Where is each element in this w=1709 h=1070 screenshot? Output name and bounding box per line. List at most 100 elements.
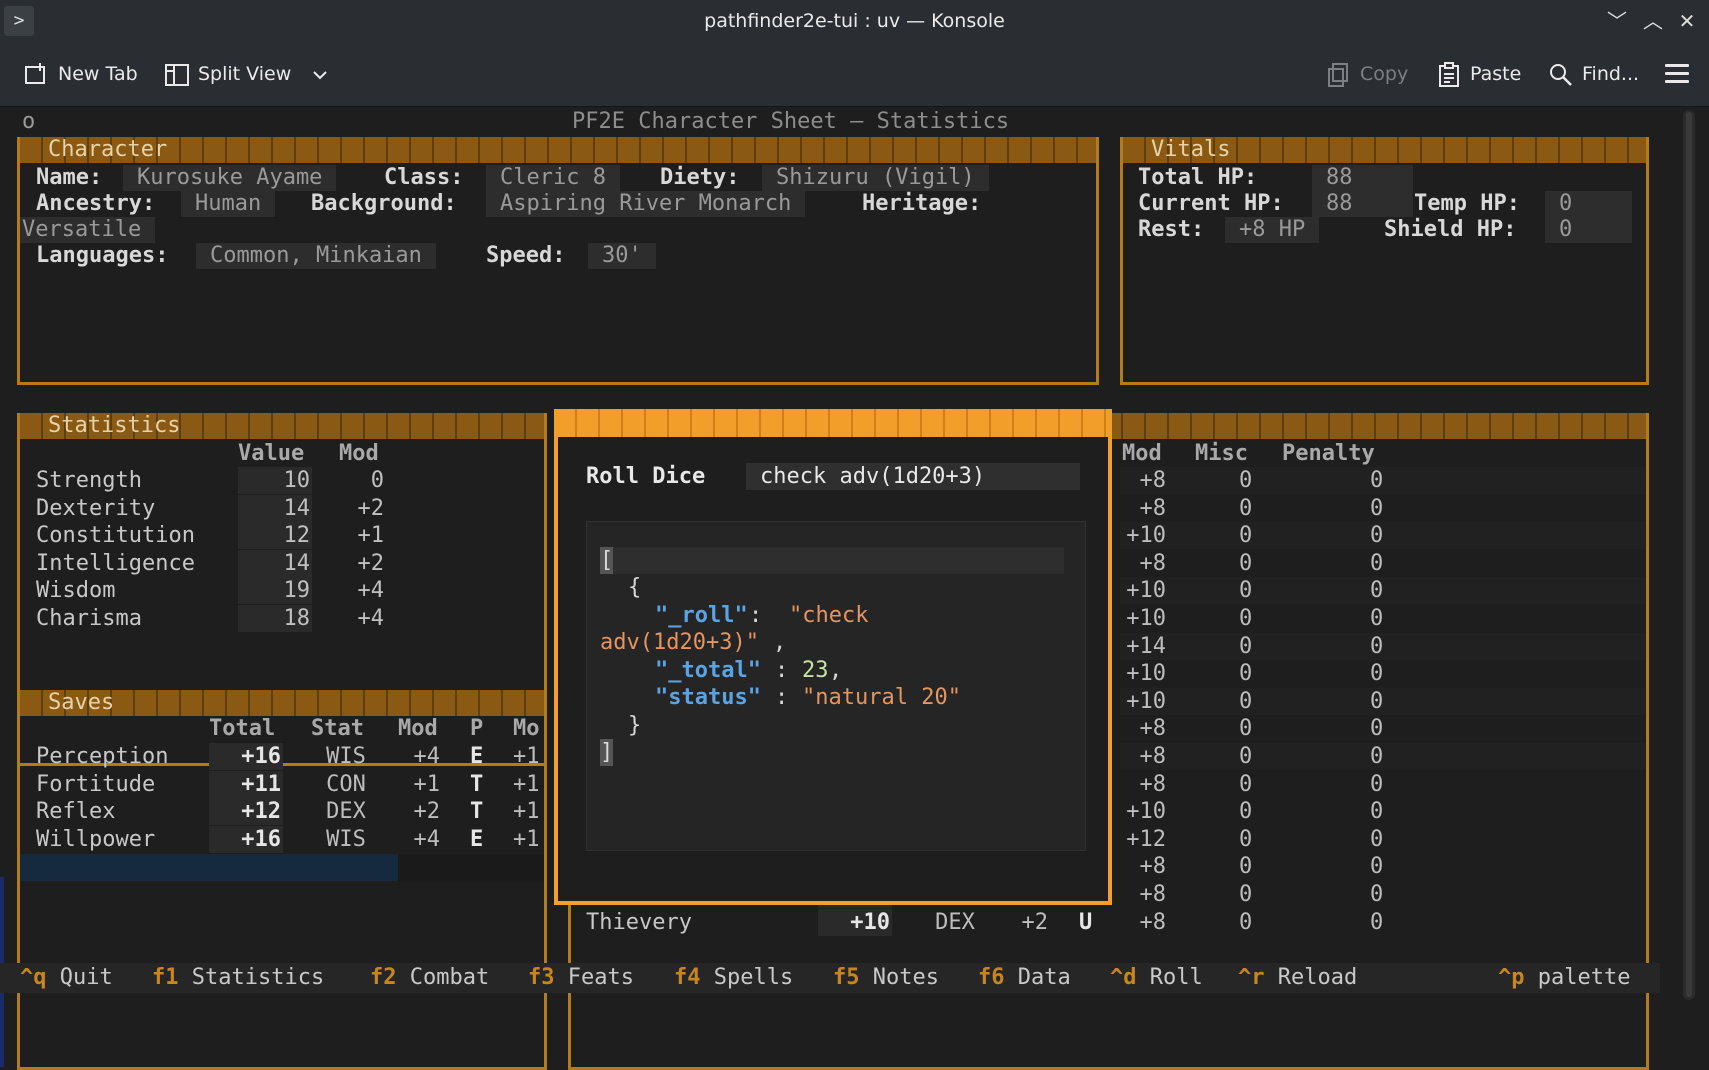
column-header: Total xyxy=(209,716,276,741)
stat-value: 10 xyxy=(238,467,312,494)
stat-value: 18 xyxy=(238,605,312,632)
copy-button[interactable]: Copy xyxy=(1326,42,1408,106)
skill-mod: +8 xyxy=(1139,550,1167,576)
footer-shortcut[interactable]: f5 Notes xyxy=(833,964,939,992)
panel-title: Statistics xyxy=(20,413,544,439)
heritage-label: Heritage: xyxy=(862,191,982,216)
save-proficiency: T xyxy=(470,771,484,797)
paste-button[interactable]: Paste xyxy=(1436,42,1521,106)
name-value[interactable]: Kurosuke Ayame xyxy=(123,165,337,191)
skill-penalty: 0 xyxy=(1370,909,1384,935)
new-tab-button[interactable]: New Tab xyxy=(24,42,138,106)
hamburger-menu-icon[interactable] xyxy=(1665,64,1689,84)
roll-dice-input[interactable]: check adv(1d20+3) xyxy=(746,463,1080,490)
shortcut-label: Feats xyxy=(567,965,634,990)
skill-misc: 0 xyxy=(1239,744,1253,769)
class-value[interactable]: Cleric 8 xyxy=(486,165,620,191)
speed-value[interactable]: 30' xyxy=(588,243,656,269)
temp-hp-value[interactable]: 0 xyxy=(1545,191,1633,217)
stat-mod: +4 xyxy=(357,578,385,604)
paste-label: Paste xyxy=(1470,63,1522,85)
stat-mod: +1 xyxy=(357,523,385,549)
footer-shortcut[interactable]: ^d Roll xyxy=(1110,964,1203,992)
shortcut-label: Spells xyxy=(713,965,794,990)
stat-value: 19 xyxy=(238,577,312,605)
save-name: Willpower xyxy=(36,826,156,852)
footer-shortcut[interactable]: f6 Data xyxy=(978,964,1071,992)
save-name: Reflex xyxy=(36,799,116,825)
rest-value[interactable]: +8 HP xyxy=(1225,217,1320,243)
save-mod: +2 xyxy=(413,799,441,825)
footer-shortcut[interactable]: f1 Statistics xyxy=(152,964,324,992)
copy-icon xyxy=(1328,62,1348,87)
skill-misc: 0 xyxy=(1239,716,1253,742)
close-button[interactable]: ✕ xyxy=(1670,0,1704,42)
footer-shortcut[interactable]: f4 Spells xyxy=(674,964,793,992)
ancestry-value[interactable]: Human xyxy=(181,191,276,217)
save-mod: +4 xyxy=(413,744,441,769)
stat-mod: +2 xyxy=(357,495,385,521)
terminal-view[interactable]: o PF2E Character Sheet — Statistics Char… xyxy=(0,107,1660,1070)
footer-shortcut[interactable]: f2 Combat xyxy=(370,964,489,992)
footer-shortcut[interactable]: f3 Feats xyxy=(528,964,634,992)
stat-value: 12 xyxy=(238,522,312,550)
json-brace-open: { xyxy=(628,575,642,600)
rest-label: Rest: xyxy=(1138,217,1205,242)
background-value[interactable]: Aspiring River Monarch xyxy=(486,191,806,217)
status-indicator: o xyxy=(22,109,36,134)
skill-penalty: 0 xyxy=(1370,550,1384,576)
skill-misc: 0 xyxy=(1239,661,1253,687)
current-hp-value[interactable]: 88 xyxy=(1312,191,1413,217)
shield-hp-value[interactable]: 0 xyxy=(1545,217,1633,243)
heritage-value[interactable]: Versatile xyxy=(20,217,156,243)
column-header: Mod xyxy=(1122,441,1162,466)
skill-mod: +10 xyxy=(1126,799,1166,825)
shortcut-key: f3 xyxy=(528,965,555,990)
shortcut-label: Notes xyxy=(872,965,939,990)
find-button[interactable]: Find... xyxy=(1548,42,1639,106)
save-mod: +1 xyxy=(413,771,441,797)
save-name: Perception xyxy=(36,744,169,769)
split-view-button[interactable]: Split View xyxy=(164,42,329,106)
save-proficiency: E xyxy=(470,744,484,769)
skill-mod: +8 xyxy=(1139,854,1167,880)
palette-shortcut[interactable]: ^p palette xyxy=(1498,964,1630,992)
footer-shortcut[interactable]: ^r Reload xyxy=(1238,964,1357,992)
skill-misc: 0 xyxy=(1239,550,1253,576)
chevron-down-icon[interactable] xyxy=(311,66,329,84)
ancestry-label: Ancestry: xyxy=(36,191,156,216)
stat-name: Intelligence xyxy=(36,550,195,576)
skill-mod: +8 xyxy=(1139,716,1167,742)
skill-name: Thievery xyxy=(586,909,692,935)
skill-mod: +8 xyxy=(1139,468,1167,493)
selection-shadow xyxy=(398,854,544,881)
skill-mod: +8 xyxy=(1139,744,1167,769)
deity-value[interactable]: Shizuru (Vigil) xyxy=(762,165,989,191)
skill-proficiency: U xyxy=(1079,909,1093,935)
skill-mod: +8 xyxy=(1139,495,1167,521)
minimize-button[interactable]: ﹀ xyxy=(1600,0,1634,42)
skill-penalty: 0 xyxy=(1370,716,1384,742)
save-total: +16 xyxy=(209,825,283,853)
footer-shortcut[interactable]: ^q Quit xyxy=(20,964,113,992)
skill-penalty: 0 xyxy=(1370,606,1384,631)
new-tab-label: New Tab xyxy=(58,63,138,85)
skill-penalty: 0 xyxy=(1370,826,1384,852)
skill-penalty: 0 xyxy=(1370,882,1384,907)
current-hp-label: Current HP: xyxy=(1138,191,1284,216)
column-header: Stat xyxy=(311,716,364,741)
languages-value[interactable]: Common, Minkaian xyxy=(196,243,436,269)
skill-misc: 0 xyxy=(1239,495,1253,521)
table-row[interactable] xyxy=(571,909,1646,936)
scrollbar-thumb[interactable] xyxy=(1686,112,1692,997)
total-hp-value[interactable]: 88 xyxy=(1312,165,1413,191)
stat-name: Wisdom xyxy=(36,578,116,604)
stat-name: Dexterity xyxy=(36,495,156,521)
shortcut-key: f2 xyxy=(370,965,397,990)
skill-misc: 0 xyxy=(1239,854,1253,880)
json-colon: : xyxy=(749,603,763,628)
copy-label: Copy xyxy=(1360,63,1409,85)
roll-dice-label: Roll Dice xyxy=(586,464,706,489)
maximize-button[interactable]: ︿ xyxy=(1636,0,1670,42)
background-label: Background: xyxy=(311,191,457,216)
